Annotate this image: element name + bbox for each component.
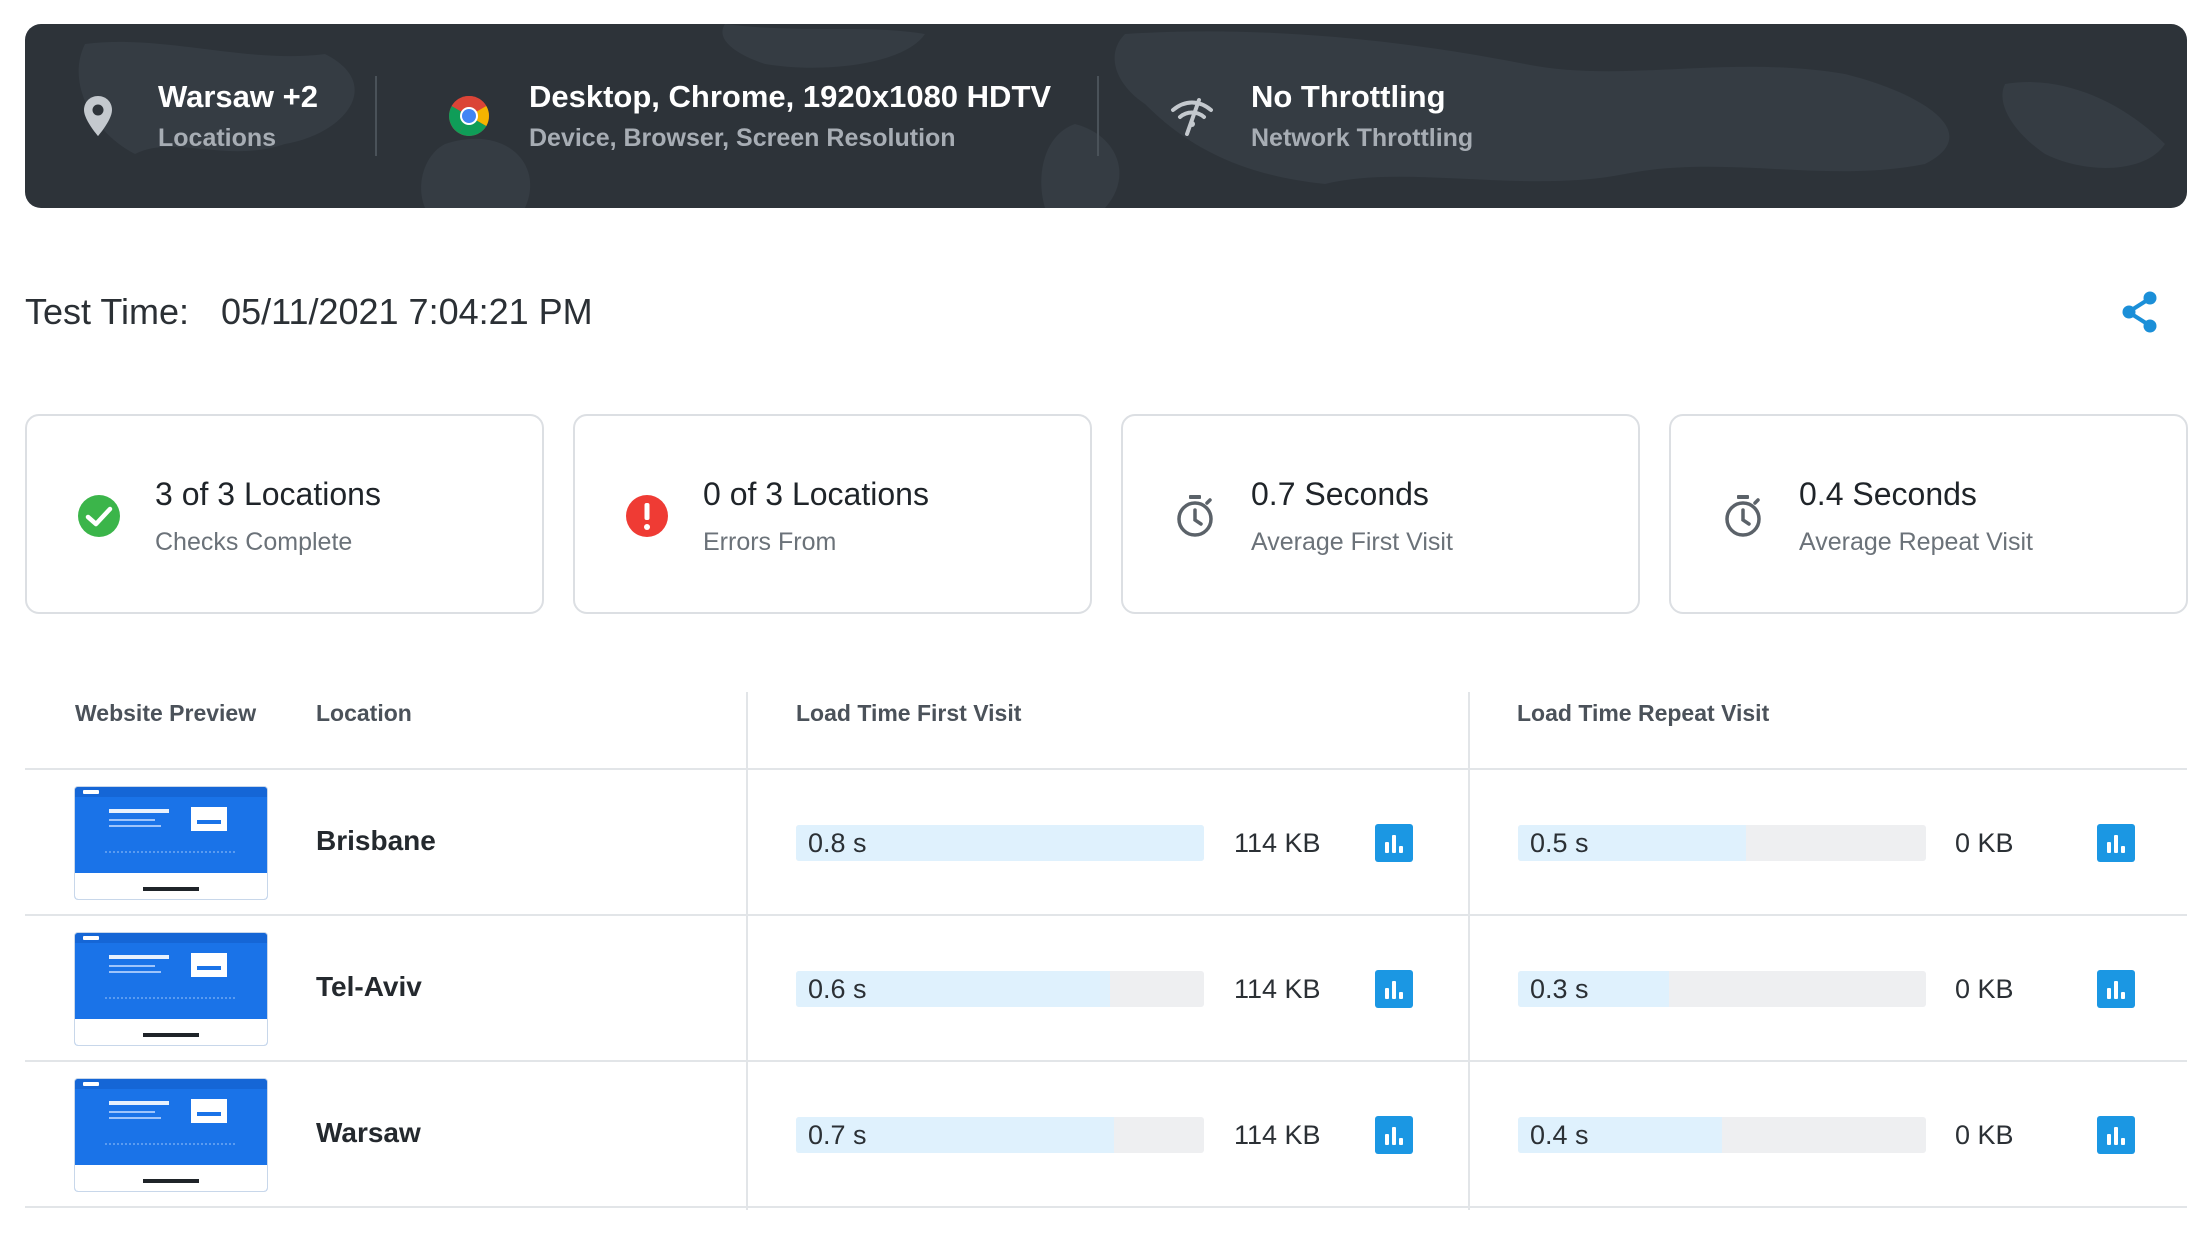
card-subtitle: Checks Complete	[155, 528, 353, 556]
table-row: Warsaw 0.7 s 114 KB 0.4 s 0 KB	[25, 1061, 2187, 1207]
table-row: Brisbane 0.8 s 114 KB 0.5 s 0 KB	[25, 769, 2187, 915]
card-title: 0.7 Seconds	[1251, 476, 1429, 512]
repeat-visit-bar: 0.5 s	[1518, 825, 1926, 861]
network-label: Network Throttling	[1251, 124, 1474, 152]
first-visit-time: 0.7 s	[808, 1120, 867, 1150]
first-visit-size: 114 KB	[1234, 828, 1321, 858]
device-value: Desktop, Chrome, 1920x1080 HDTV	[529, 79, 1052, 114]
card-subtitle: Average First Visit	[1251, 528, 1453, 556]
repeat-visit-time: 0.4 s	[1530, 1120, 1589, 1150]
location-name: Brisbane	[316, 825, 436, 856]
first-visit-bar: 0.7 s	[796, 1117, 1204, 1153]
card-title: 0 of 3 Locations	[703, 476, 929, 512]
first-visit-time: 0.6 s	[808, 974, 867, 1004]
test-config-banner: Warsaw +2 Locations Desktop, Chrome, 192…	[25, 24, 2187, 208]
first-visit-time: 0.8 s	[808, 828, 867, 858]
repeat-visit-time: 0.3 s	[1530, 974, 1589, 1004]
card-title: 3 of 3 Locations	[155, 476, 381, 512]
test-time: Test Time: 05/11/2021 7:04:21 PM	[25, 290, 593, 334]
first-visit-size: 114 KB	[1234, 1120, 1321, 1150]
first-visit-size: 114 KB	[1234, 974, 1321, 1004]
share-button[interactable]	[2118, 290, 2162, 334]
banner-divider	[1097, 76, 1099, 156]
banner-divider	[375, 76, 377, 156]
repeat-visit-chart-button[interactable]	[2097, 1116, 2135, 1154]
check-circle-icon	[78, 495, 120, 537]
repeat-visit-chart-button[interactable]	[2097, 970, 2135, 1008]
stopwatch-icon	[1177, 495, 1213, 537]
location-name: Tel-Aviv	[316, 971, 422, 1002]
repeat-visit-size: 0 KB	[1955, 828, 2014, 858]
share-icon	[2122, 291, 2157, 333]
first-visit-chart-button[interactable]	[1375, 824, 1413, 862]
header-load-time-repeat: Load Time Repeat Visit	[1517, 700, 1770, 726]
card-subtitle: Average Repeat Visit	[1799, 528, 2033, 556]
stopwatch-icon	[1725, 495, 1761, 537]
map-pin-icon	[74, 92, 122, 140]
header-website-preview: Website Preview	[75, 700, 257, 726]
website-preview-thumbnail[interactable]	[75, 933, 267, 1045]
error-circle-icon	[626, 495, 668, 537]
device-label: Device, Browser, Screen Resolution	[529, 124, 956, 152]
network-summary: No Throttling Network Throttling	[1167, 24, 1473, 208]
locations-summary: Warsaw +2 Locations	[74, 24, 318, 208]
test-time-label: Test Time:	[25, 291, 190, 332]
device-summary: Desktop, Chrome, 1920x1080 HDTV Device, …	[445, 24, 1051, 208]
signal-off-icon	[1167, 92, 1215, 140]
repeat-visit-bar: 0.4 s	[1518, 1117, 1926, 1153]
location-name: Warsaw	[316, 1117, 421, 1148]
repeat-visit-size: 0 KB	[1955, 974, 2014, 1004]
repeat-visit-time: 0.5 s	[1530, 828, 1589, 858]
table-row: Tel-Aviv 0.6 s 114 KB 0.3 s 0 KB	[25, 915, 2187, 1061]
card-subtitle: Errors From	[703, 528, 837, 556]
network-value: No Throttling	[1251, 79, 1446, 114]
first-visit-chart-button[interactable]	[1375, 970, 1413, 1008]
world-map-background	[78, 24, 2165, 208]
repeat-visit-size: 0 KB	[1955, 1120, 2014, 1150]
first-visit-bar: 0.6 s	[796, 971, 1204, 1007]
website-preview-thumbnail[interactable]	[75, 1079, 267, 1191]
test-time-value: 05/11/2021 7:04:21 PM	[221, 291, 593, 332]
card-title: 0.4 Seconds	[1799, 476, 1977, 512]
checks-complete-card: 3 of 3 Locations Checks Complete	[25, 414, 544, 614]
first-visit-bar: 0.8 s	[796, 825, 1204, 861]
locations-value: Warsaw +2	[158, 79, 318, 114]
header-load-time-first: Load Time First Visit	[796, 700, 1022, 726]
chrome-icon	[445, 92, 493, 140]
locations-label: Locations	[158, 124, 277, 152]
repeat-visit-bar: 0.3 s	[1518, 971, 1926, 1007]
website-preview-thumbnail[interactable]	[75, 787, 267, 899]
header-location: Location	[316, 700, 412, 726]
repeat-visit-chart-button[interactable]	[2097, 824, 2135, 862]
avg-repeat-visit-card: 0.4 Seconds Average Repeat Visit	[1669, 414, 2188, 614]
errors-card: 0 of 3 Locations Errors From	[573, 414, 1092, 614]
first-visit-chart-button[interactable]	[1375, 1116, 1413, 1154]
avg-first-visit-card: 0.7 Seconds Average First Visit	[1121, 414, 1640, 614]
